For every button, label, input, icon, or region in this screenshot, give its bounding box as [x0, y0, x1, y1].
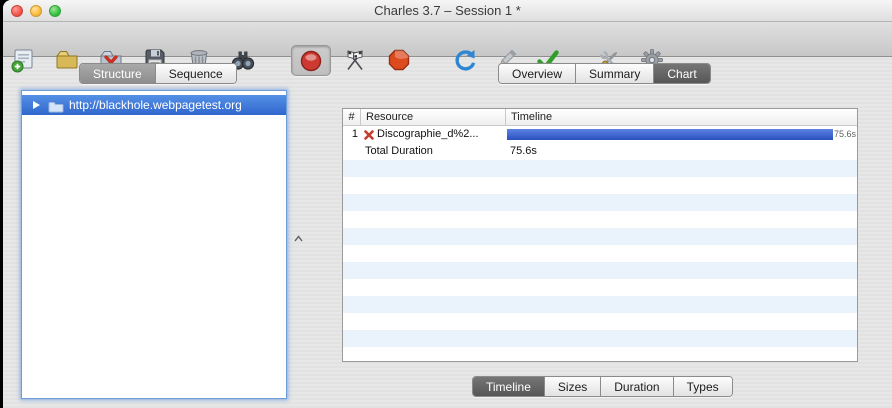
record-icon: [298, 48, 324, 74]
open-session-button[interactable]: [54, 47, 80, 73]
throttling-button[interactable]: [342, 47, 368, 73]
tab-timeline[interactable]: Timeline: [473, 377, 545, 396]
overview-summary-chart-tabs: Overview Summary Chart: [498, 63, 711, 84]
column-header-number[interactable]: #: [343, 109, 361, 125]
repeat-button[interactable]: [452, 47, 478, 73]
toolbar: [3, 22, 892, 76]
row-resource: Discographie_d%2...: [377, 128, 479, 140]
refresh-arrows-icon: [452, 47, 478, 73]
tab-overview[interactable]: Overview: [499, 64, 577, 83]
row-timeline-value: 75.6s: [510, 145, 537, 157]
window-title: Charles 3.7 – Session 1 *: [374, 3, 521, 18]
column-header-resource[interactable]: Resource: [362, 109, 506, 125]
empty-rows: [343, 160, 857, 361]
table-row[interactable]: Total Duration 75.6s: [343, 143, 857, 160]
table-header: # Resource Timeline: [343, 109, 857, 126]
table-row[interactable]: 1 Discographie_d%2... 75.6s: [343, 126, 857, 143]
new-session-button[interactable]: [10, 47, 36, 73]
chart-mode-tabs: Timeline Sizes Duration Types: [472, 376, 733, 397]
column-header-timeline[interactable]: Timeline: [507, 109, 857, 125]
tree-item[interactable]: http://blackhole.webpagetest.org: [22, 95, 286, 115]
breakpoints-button[interactable]: [386, 47, 412, 73]
tab-sequence[interactable]: Sequence: [155, 64, 236, 83]
tab-structure[interactable]: Structure: [80, 64, 156, 83]
tab-sizes[interactable]: Sizes: [544, 377, 602, 396]
folder-icon: [48, 99, 64, 119]
stop-octagon-icon: [386, 47, 412, 73]
disclosure-triangle-icon[interactable]: [33, 101, 40, 109]
open-folder-icon: [54, 47, 80, 73]
timeline-bar-value: 75.6s: [834, 129, 857, 139]
checkered-flags-icon: [342, 47, 368, 73]
structure-tree-panel[interactable]: http://blackhole.webpagetest.org: [21, 90, 287, 399]
row-number: 1: [351, 128, 358, 140]
close-button[interactable]: [11, 5, 23, 17]
zoom-button[interactable]: [49, 5, 61, 17]
new-session-icon: [10, 47, 36, 73]
minimize-button[interactable]: [30, 5, 42, 17]
record-button[interactable]: [291, 45, 331, 76]
app-window: Charles 3.7 – Session 1 * Structure Sequ…: [3, 0, 892, 408]
structure-sequence-tabs: Structure Sequence: [79, 63, 237, 84]
tab-duration[interactable]: Duration: [601, 377, 674, 396]
tab-chart[interactable]: Chart: [654, 64, 710, 83]
tab-summary[interactable]: Summary: [576, 64, 655, 83]
chart-timeline-table: # Resource Timeline 1 Discographie_d%2..…: [342, 108, 858, 362]
tab-types[interactable]: Types: [673, 377, 732, 396]
timeline-bar: [507, 129, 833, 140]
row-resource: Total Duration: [365, 145, 433, 157]
panel-splitter-handle[interactable]: [294, 229, 303, 247]
tree-item-label: http://blackhole.webpagetest.org: [69, 98, 242, 112]
titlebar[interactable]: Charles 3.7 – Session 1 *: [3, 0, 892, 22]
